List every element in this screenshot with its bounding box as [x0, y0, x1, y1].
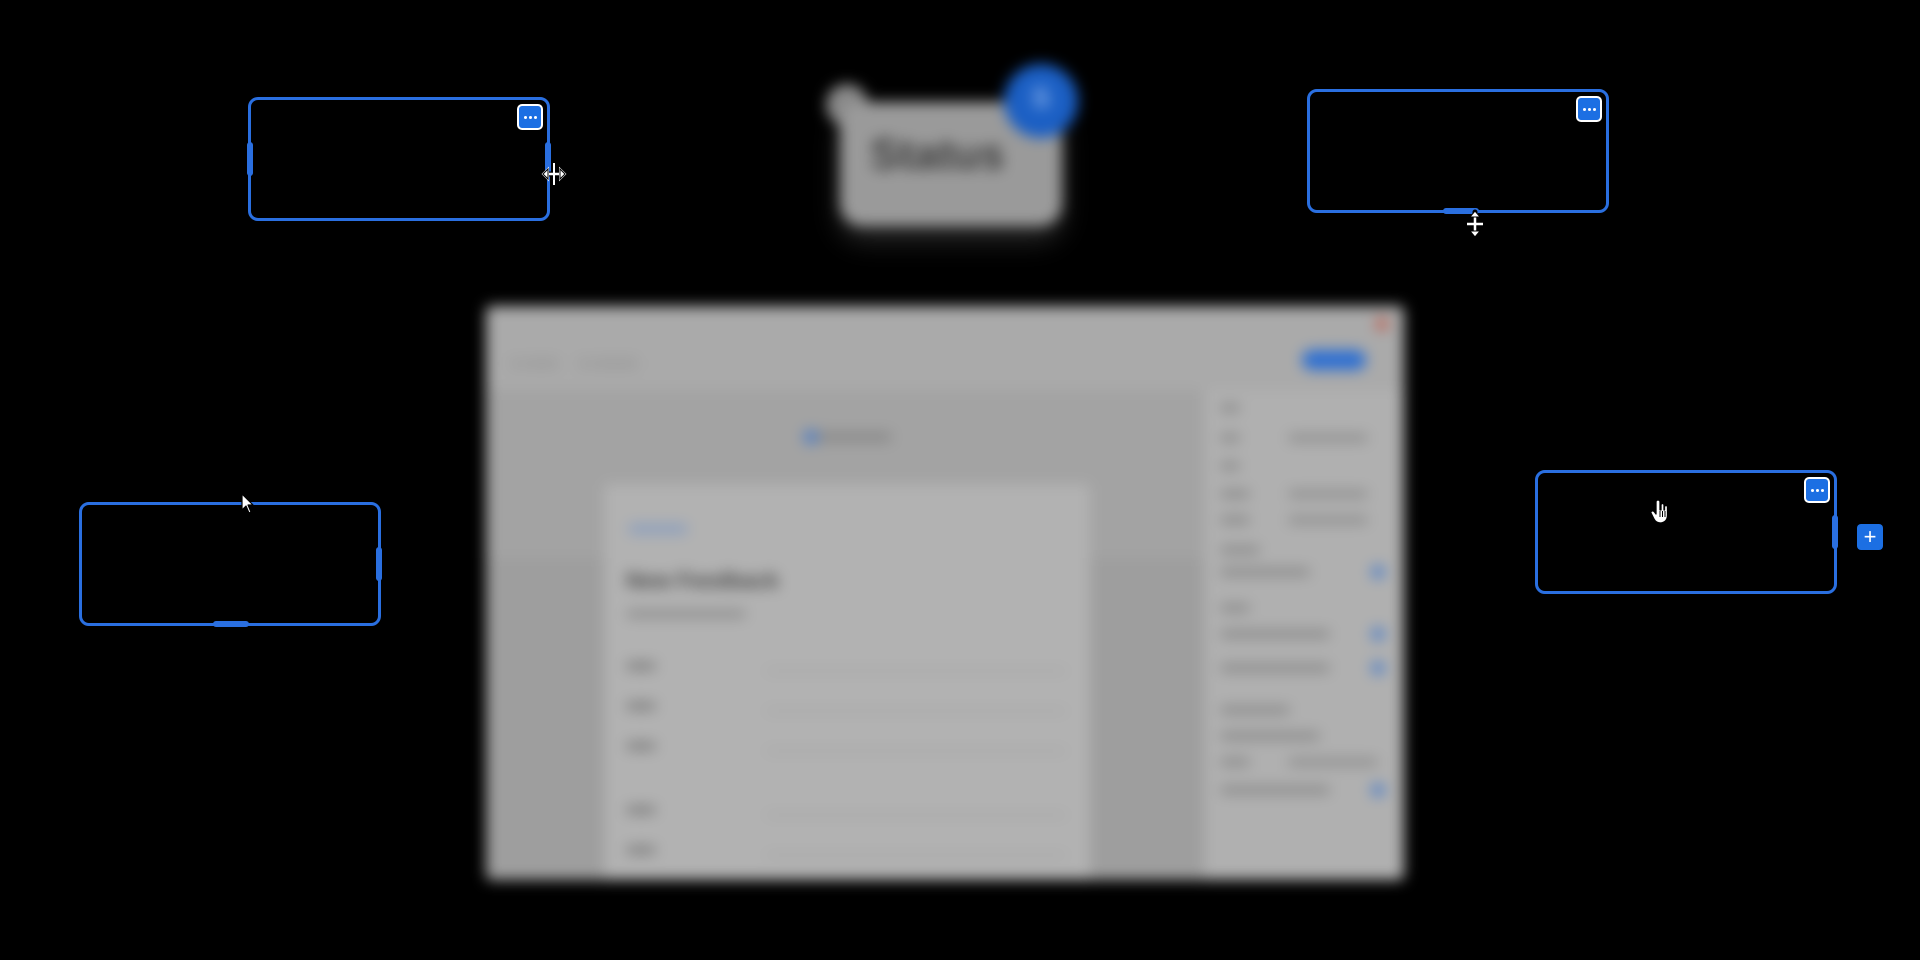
selection-frame-top-right[interactable] [1307, 89, 1609, 214]
form-tag [628, 524, 688, 534]
frame-menu-button[interactable] [1576, 96, 1602, 122]
more-horizontal-icon [1810, 488, 1824, 492]
topbar-primary-button [1302, 350, 1366, 370]
resize-handle-right[interactable] [1832, 515, 1838, 549]
topbar-item: ▢ ▢▢▢▢ [578, 356, 639, 370]
canvas-chip-dot [804, 430, 818, 444]
selection-frame-top-left[interactable] [247, 97, 551, 221]
resize-handle-right[interactable] [376, 547, 382, 581]
status-label: Status [870, 130, 1005, 179]
more-horizontal-icon [523, 115, 537, 119]
canvas-stage: Status S ▢ ▢▢▢ ▢ ▢▢▢▢ New Feedback + [0, 0, 1920, 960]
status-badge-initial: S [1031, 82, 1051, 113]
form-row [626, 742, 1066, 756]
resize-handle-right[interactable] [545, 142, 551, 176]
add-button[interactable]: + [1857, 524, 1883, 550]
app-canvas: New Feedback [486, 390, 1204, 880]
selection-frame-mid-left[interactable] [79, 502, 382, 627]
form-row [626, 662, 1066, 676]
form-row [626, 702, 1066, 716]
properties-panel [1204, 390, 1404, 880]
resize-handle-bottom[interactable] [213, 621, 249, 627]
plus-icon: + [1863, 524, 1877, 549]
status-badge: S [1004, 64, 1078, 138]
form-row [626, 806, 1066, 820]
selection-frame-mid-right[interactable] [1535, 470, 1838, 594]
app-topbar: ▢ ▢▢▢ ▢ ▢▢▢▢ [486, 306, 1404, 390]
form-row [626, 846, 1066, 860]
form-title: New Feedback [626, 568, 779, 593]
close-icon [1376, 318, 1388, 330]
frame-menu-button[interactable] [517, 104, 543, 130]
resize-handle-left[interactable] [247, 142, 253, 176]
topbar-item: ▢ ▢▢▢ [510, 356, 559, 370]
form-card: New Feedback [604, 484, 1090, 880]
form-subtitle [626, 610, 746, 618]
frame-menu-button[interactable] [1804, 477, 1830, 503]
app-window-preview: ▢ ▢▢▢ ▢ ▢▢▢▢ New Feedback [486, 306, 1404, 880]
resize-handle-bottom[interactable] [1443, 208, 1479, 214]
more-horizontal-icon [1582, 107, 1596, 111]
